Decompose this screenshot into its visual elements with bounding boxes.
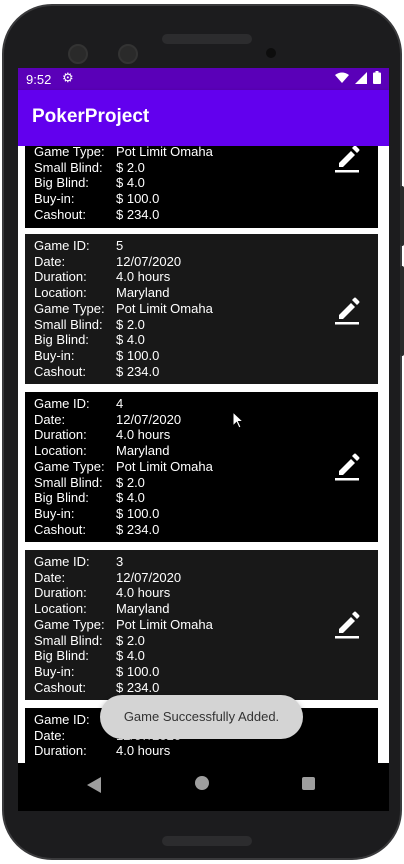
cashout-label: Cashout: [34, 679, 87, 695]
small-blind-label: Small Blind: [34, 316, 103, 332]
location-label: Location: [34, 601, 87, 617]
game-type-label: Game Type: [34, 146, 105, 159]
game-card[interactable]: Game ID: 3 Date: 12/07/2020 Duration: 4.… [25, 550, 378, 700]
duration-value: 4.0 hours [116, 585, 171, 601]
cashout-value: $ 234.0 [116, 206, 160, 222]
game-id-label: Game ID: [34, 712, 90, 727]
duration-label: Duration: [34, 427, 87, 443]
date-value: 12/07/2020 [116, 411, 182, 427]
gear-icon: ⚙ [62, 70, 74, 85]
status-time: 9:52 [26, 72, 52, 87]
small-blind-label: Small Blind: [34, 632, 103, 648]
duration-value: 4.0 hours [116, 427, 171, 443]
game-type-label: Game Type: [34, 300, 105, 316]
proximity-sensor [266, 48, 276, 58]
date-label: Date: [34, 411, 66, 427]
bottom-speaker [162, 836, 252, 846]
location-label: Location: [34, 285, 87, 301]
big-blind-label: Big Blind: [34, 332, 89, 348]
big-blind-label: Big Blind: [34, 490, 89, 506]
date-label: Date: [34, 253, 66, 269]
game-id-label: Game ID: [34, 238, 90, 253]
recents-square-icon[interactable] [302, 777, 315, 790]
big-blind-value: $ 4.0 [116, 648, 145, 664]
wifi-icon [335, 72, 349, 83]
front-camera [68, 44, 88, 64]
location-value: Maryland [116, 601, 170, 617]
game-type-value: Pot Limit Omaha [116, 146, 213, 159]
buy-in-label: Buy-in: [34, 191, 75, 207]
game-id-value: 5 [116, 238, 124, 253]
app-title: PokerProject [32, 106, 150, 127]
cashout-value: $ 234.0 [116, 679, 160, 695]
edit-pencil-icon[interactable] [330, 448, 364, 482]
battery-icon [373, 71, 381, 84]
game-id-value: 3 [116, 554, 124, 569]
game-id-label: Game ID: [34, 554, 90, 569]
small-blind-value: $ 2.0 [116, 474, 145, 490]
home-circle-icon[interactable] [195, 776, 209, 790]
game-card[interactable]: Game Type: Pot Limit Omaha Small Blind: … [25, 146, 378, 228]
edit-pencil-icon[interactable] [330, 146, 364, 174]
mouse-cursor-icon [233, 412, 245, 429]
duration-label: Duration: [34, 269, 87, 285]
cashout-label: Cashout: [34, 206, 87, 222]
small-blind-label: Small Blind: [34, 474, 103, 490]
duration-label: Duration: [34, 743, 87, 759]
game-type-value: Pot Limit Omaha [116, 458, 213, 474]
small-blind-value: $ 2.0 [116, 316, 145, 332]
location-value: Maryland [116, 443, 170, 459]
navigation-bar [18, 763, 389, 811]
small-blind-value: $ 2.0 [116, 159, 145, 175]
top-speaker [162, 34, 252, 44]
date-label: Date: [34, 569, 66, 585]
game-card[interactable]: Game ID: 5 Date: 12/07/2020 Duration: 4.… [25, 234, 378, 384]
duration-label: Duration: [34, 585, 87, 601]
game-type-value: Pot Limit Omaha [116, 616, 213, 632]
buy-in-value: $ 100.0 [116, 505, 160, 521]
buy-in-value: $ 100.0 [116, 191, 160, 207]
big-blind-label: Big Blind: [34, 175, 89, 191]
edit-pencil-icon[interactable] [330, 606, 364, 640]
buy-in-value: $ 100.0 [116, 347, 160, 363]
status-bar: 9:52 ⚙ [18, 68, 389, 90]
location-value: Maryland [116, 285, 170, 301]
volume-button[interactable] [400, 266, 404, 356]
game-id-value: 4 [116, 396, 124, 411]
edit-pencil-icon[interactable] [330, 292, 364, 326]
buy-in-label: Buy-in: [34, 505, 75, 521]
game-type-value: Pot Limit Omaha [116, 300, 213, 316]
game-id-label: Game ID: [34, 396, 90, 411]
cashout-label: Cashout: [34, 521, 87, 537]
buy-in-label: Buy-in: [34, 663, 75, 679]
game-type-label: Game Type: [34, 458, 105, 474]
small-blind-label: Small Blind: [34, 159, 103, 175]
duration-value: 4.0 hours [116, 743, 171, 759]
date-label: Date: [34, 727, 66, 743]
duration-value: 4.0 hours [116, 269, 171, 285]
cashout-label: Cashout: [34, 363, 87, 379]
front-camera-secondary [118, 44, 138, 64]
big-blind-value: $ 4.0 [116, 332, 145, 348]
toast-message: Game Successfully Added. [100, 695, 303, 739]
location-label: Location: [34, 443, 87, 459]
buy-in-label: Buy-in: [34, 347, 75, 363]
big-blind-value: $ 4.0 [116, 490, 145, 506]
cashout-value: $ 234.0 [116, 363, 160, 379]
big-blind-label: Big Blind: [34, 648, 89, 664]
game-list[interactable]: Game Type: Pot Limit Omaha Small Blind: … [18, 146, 389, 763]
date-value: 12/07/2020 [116, 569, 182, 585]
date-value: 12/07/2020 [116, 253, 182, 269]
game-type-label: Game Type: [34, 616, 105, 632]
signal-icon [355, 71, 367, 84]
cashout-value: $ 234.0 [116, 521, 160, 537]
small-blind-value: $ 2.0 [116, 632, 145, 648]
back-triangle-icon[interactable] [87, 777, 101, 793]
buy-in-value: $ 100.0 [116, 663, 160, 679]
app-bar: PokerProject [18, 90, 389, 146]
power-button[interactable] [400, 186, 404, 246]
game-card[interactable]: Game ID: 4 Date: 12/07/2020 Duration: 4.… [25, 392, 378, 542]
big-blind-value: $ 4.0 [116, 175, 145, 191]
